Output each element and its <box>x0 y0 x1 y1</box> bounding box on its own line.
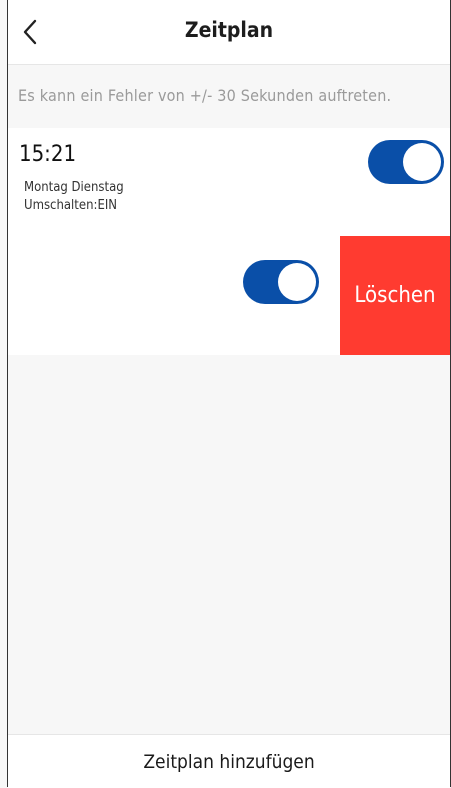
schedule-toggle[interactable] <box>368 140 444 184</box>
add-schedule-button[interactable]: Zeitplan hinzufügen <box>8 734 450 788</box>
schedule-item[interactable]: 15:21 Montag Dienstag Umschalten:EIN <box>8 128 450 236</box>
accuracy-notice: Es kann ein Fehler von +/- 30 Sekunden a… <box>18 86 392 105</box>
schedule-toggle[interactable] <box>243 260 319 304</box>
header-bar: Zeitplan <box>8 0 450 65</box>
toggle-knob <box>278 263 316 301</box>
delete-button[interactable]: Löschen <box>340 236 450 355</box>
schedule-action: Umschalten:EIN <box>24 198 118 213</box>
schedule-time: 15:21 <box>19 142 77 167</box>
schedule-days: Montag Dienstag <box>24 180 124 195</box>
frame-left-border <box>7 0 8 787</box>
toggle-knob <box>403 143 441 181</box>
page-title: Zeitplan <box>184 18 274 42</box>
schedule-item-swiped[interactable]: Löschen <box>8 236 450 355</box>
